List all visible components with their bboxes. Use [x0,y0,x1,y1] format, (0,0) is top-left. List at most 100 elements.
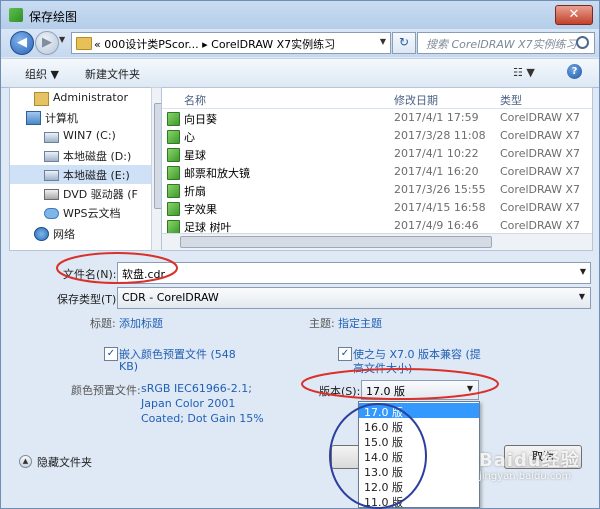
embed-color-label-line2: KB) [119,360,139,373]
version-option[interactable]: 16.0 版 [359,418,479,434]
file-row[interactable]: 折扇 2017/3/26 15:55 CorelDRAW X7 [162,181,592,199]
address-history-dropdown[interactable]: ▼ [380,37,386,46]
file-list-header: 名称 修改日期 类型 [162,88,592,109]
version-option[interactable]: 12.0 版 [359,478,479,494]
chevron-down-icon[interactable]: ▼ [580,267,586,276]
file-type: CorelDRAW X7 [500,147,581,160]
help-icon[interactable]: ? [567,64,582,79]
chevron-down-icon: ▼ [578,292,585,301]
savetype-label: 保存类型(T): [57,293,121,306]
file-row[interactable]: 心 2017/3/28 11:08 CorelDRAW X7 [162,127,592,145]
specify-subject-link[interactable]: 指定主题 [338,315,382,331]
cdr-file-icon [167,112,180,126]
file-type: CorelDRAW X7 [500,219,581,232]
refresh-button[interactable]: ↻ [392,32,416,54]
search-input[interactable]: 搜索 CorelDRAW X7实例练习 [417,32,595,54]
version-label: 版本(S): [319,385,361,398]
version-select[interactable]: 17.0 版 ▼ [361,380,479,400]
chevron-up-icon[interactable]: ▲ [19,455,32,468]
filename-input[interactable]: 软盘.cdr ▼ [117,262,591,284]
version-option[interactable]: 13.0 版 [359,463,479,479]
file-type: CorelDRAW X7 [500,129,581,142]
version-option[interactable]: 11.0 版 [359,493,479,508]
nav-item-label: DVD 驱动器 (F [63,188,138,201]
column-header-type[interactable]: 类型 [500,92,522,108]
address-row: ◀ ▶ ▼ « 000设计类PScor... ▸ CorelDRAW X7实例练… [1,29,599,57]
drive-icon [44,132,59,143]
address-bar[interactable]: « 000设计类PScor... ▸ CorelDRAW X7实例练习 ▼ [71,32,391,54]
file-name: 星球 [184,149,206,162]
network-icon [34,227,49,241]
version-option[interactable]: 15.0 版 [359,433,479,449]
change-view-button[interactable]: ☷ ▼ [513,66,535,79]
cdr-file-icon [167,130,180,144]
savetype-value: CDR - CorelDRAW [122,291,219,304]
column-header-name[interactable]: 名称 [184,92,206,108]
user-folder-icon [34,92,49,106]
color-profile-value-line3: Coated; Dot Gain 15% [141,412,264,425]
nav-item-drive-e[interactable]: 本地磁盘 (E:) [10,165,156,184]
embed-color-checkbox[interactable]: ✓ [104,347,118,361]
cdr-file-icon [167,220,180,234]
nav-item-drive-c[interactable]: WIN7 (C:) [10,127,156,146]
drive-icon [44,170,59,181]
compat-label-line2: 高文件大小) [353,362,413,375]
file-row[interactable]: 邮票和放大镜 2017/4/1 16:20 CorelDRAW X7 [162,163,592,181]
subject-label: 主题: [309,317,335,330]
file-type: CorelDRAW X7 [500,165,581,178]
scrollbar-thumb[interactable] [180,236,492,248]
version-value: 17.0 版 [366,385,405,398]
file-name: 心 [184,131,195,144]
file-type: CorelDRAW X7 [500,183,581,196]
savetype-select[interactable]: CDR - CorelDRAW ▼ [117,287,591,309]
new-folder-button[interactable]: 新建文件夹 [85,66,140,82]
baidu-watermark: Baidu经验 [479,450,580,471]
recent-locations-dropdown[interactable]: ▼ [59,35,65,44]
navigation-pane: Administrator 计算机 WIN7 (C:) 本地磁盘 (D:) 本地… [9,87,159,251]
nav-item-network[interactable]: 网络 [10,224,156,243]
baidu-watermark-url: jingyan.baidu.com [479,471,572,482]
cdr-file-icon [167,148,180,162]
compat-checkbox[interactable]: ✓ [338,347,352,361]
color-profile-value-line1: sRGB IEC61966-2.1; [141,382,252,395]
search-icon[interactable] [576,36,589,49]
back-button[interactable]: ◀ [10,31,34,55]
file-row[interactable]: 向日葵 2017/4/1 17:59 CorelDRAW X7 [162,109,592,127]
nav-item-label: 本地磁盘 (D:) [63,150,132,163]
file-name: 邮票和放大镜 [184,167,250,180]
tag-label: 标题: [90,317,116,330]
nav-item-administrator[interactable]: Administrator [10,89,156,108]
hide-folders-toggle[interactable]: 隐藏文件夹 [37,454,92,470]
column-header-date[interactable]: 修改日期 [394,92,438,108]
add-title-link[interactable]: 添加标题 [119,315,163,331]
close-button[interactable]: ✕ [555,5,593,25]
nav-item-drive-d[interactable]: 本地磁盘 (D:) [10,146,156,165]
file-row[interactable]: 星球 2017/4/1 10:22 CorelDRAW X7 [162,145,592,163]
version-option[interactable]: 14.0 版 [359,448,479,464]
breadcrumb[interactable]: « 000设计类PScor... ▸ CorelDRAW X7实例练习 [94,36,335,52]
nav-item-dvd-drive[interactable]: DVD 驱动器 (F [10,184,156,203]
coreldraw-app-icon [9,8,23,22]
nav-item-label: 计算机 [45,112,78,125]
nav-item-computer[interactable]: 计算机 [10,108,156,127]
nav-item-label: Administrator [53,91,128,104]
nav-item-label: 网络 [53,228,75,241]
organize-menu[interactable]: 组织 ▼ [25,66,59,82]
folder-icon [76,37,92,50]
cdr-file-icon [167,202,180,216]
file-list-hscrollbar[interactable] [162,233,592,250]
dvd-icon [44,189,59,200]
color-profile-label: 颜色预置文件: [71,384,141,397]
nav-item-wps-cloud[interactable]: WPS云文档 [10,203,156,222]
file-date: 2017/4/9 16:46 [394,219,479,232]
file-row[interactable]: 字效果 2017/4/15 16:58 CorelDRAW X7 [162,199,592,217]
file-date: 2017/4/1 16:20 [394,165,479,178]
command-toolbar: 组织 ▼ 新建文件夹 ☷ ▼ ? [1,58,599,88]
forward-button[interactable]: ▶ [35,31,59,55]
nav-item-label: 本地磁盘 (E:) [63,169,130,182]
title-bar[interactable]: 保存绘图 ✕ [1,1,599,29]
version-option[interactable]: 17.0 版 [359,403,479,419]
filename-value: 软盘.cdr [122,268,166,281]
file-name: 字效果 [184,203,217,216]
drive-icon [44,151,59,162]
